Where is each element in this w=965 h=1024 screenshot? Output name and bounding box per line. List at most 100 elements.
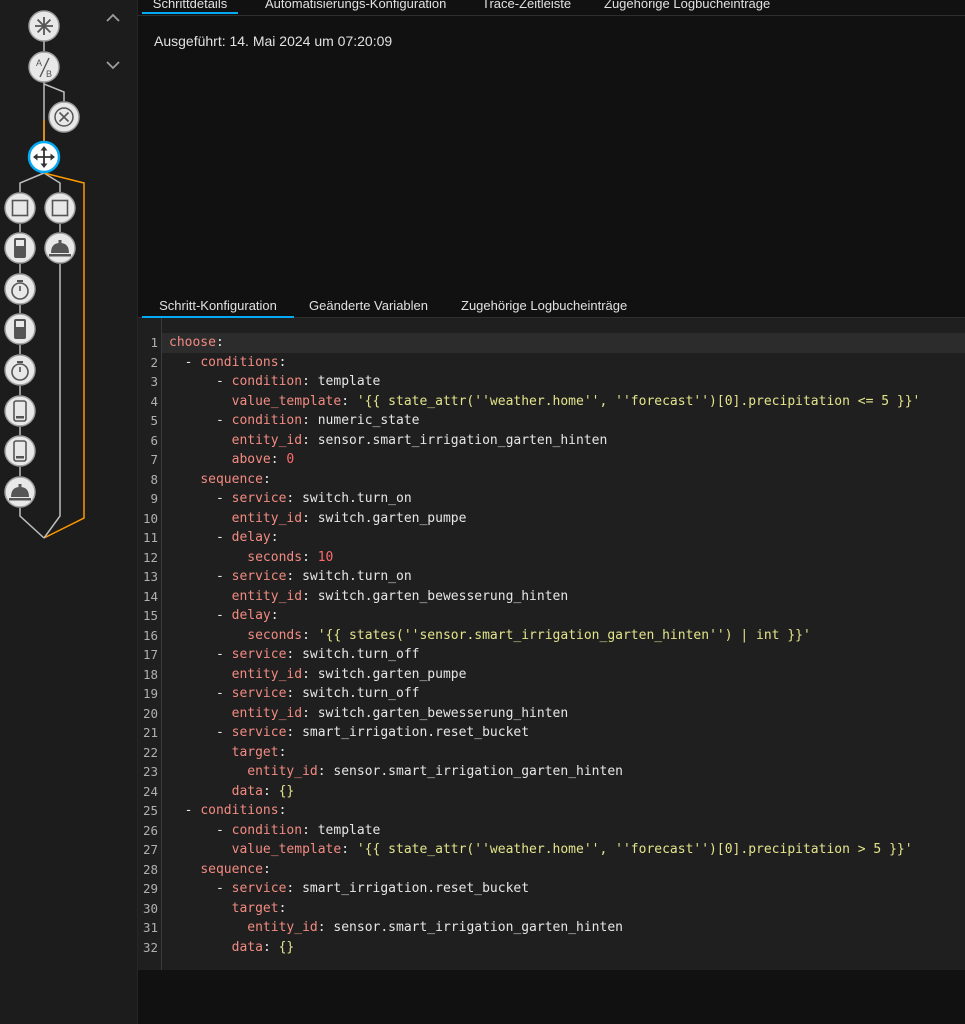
line-number: 24 xyxy=(142,783,158,799)
timer-icon[interactable] xyxy=(4,273,36,305)
code-token: : xyxy=(270,452,287,467)
tab-schritt-konfiguration[interactable]: Schritt-Konfiguration xyxy=(142,299,294,318)
switch-device-icon[interactable] xyxy=(4,232,36,264)
code-token: : switch.garten_pumpe xyxy=(302,510,467,526)
code-token: entity_id xyxy=(231,666,303,682)
tab-schrittdetails[interactable]: Schrittdetails xyxy=(142,0,238,14)
code-token: : xyxy=(302,627,318,643)
tab-automatisierungs-konfiguration[interactable]: Automatisierungs-Konfiguration xyxy=(265,0,446,12)
code-token: : sensor.smart_irrigation_garten_hinten xyxy=(317,920,623,935)
choose-arrows-icon[interactable] xyxy=(27,140,61,174)
switch-device-icon[interactable] xyxy=(4,313,36,345)
code-text: - condition: numeric_state xyxy=(169,411,420,431)
code-text: - delay: xyxy=(169,606,279,626)
code-text: value_template: '{{ state_attr(''weather… xyxy=(169,840,913,860)
tab-zugehoerige-logbucheintraege[interactable]: Zugehörige Logbucheinträge xyxy=(604,0,770,12)
code-text: data: {} xyxy=(169,938,295,958)
code-text: - condition: template xyxy=(169,372,380,392)
close-x-icon[interactable] xyxy=(48,101,80,133)
code-token: service xyxy=(231,647,287,662)
line-number: 32 xyxy=(142,939,158,955)
line-number: 11 xyxy=(142,530,158,545)
code-token: seconds xyxy=(247,627,303,643)
service-bell-icon[interactable] xyxy=(44,232,76,264)
line-number: 10 xyxy=(142,510,158,526)
tab-trace-zeitleiste[interactable]: Trace-Zeitleiste xyxy=(482,0,571,12)
code-text: - service: smart_irrigation.reset_bucket xyxy=(169,723,529,743)
trace-graph-panel: A B xyxy=(0,0,138,1024)
chevron-up-icon[interactable] xyxy=(103,8,123,28)
asterisk-trigger-icon[interactable] xyxy=(28,10,60,42)
line-number: 9 xyxy=(150,491,158,506)
code-token: : xyxy=(270,530,279,545)
code-token: conditions xyxy=(200,803,279,818)
line-number: 19 xyxy=(142,686,158,701)
line-number: 26 xyxy=(142,822,158,838)
code-token: entity_id xyxy=(247,764,318,779)
code-token: data xyxy=(231,783,263,799)
phone-device-icon[interactable] xyxy=(4,395,36,427)
code-text: above: 0 xyxy=(169,450,295,470)
line-number: 31 xyxy=(142,920,158,935)
line-number: 28 xyxy=(142,861,158,877)
code-token: : xyxy=(215,335,224,350)
line-number: 30 xyxy=(142,900,158,916)
line-number: 4 xyxy=(150,393,158,409)
timer-icon[interactable] xyxy=(4,354,36,386)
code-text: sequence: xyxy=(169,860,270,880)
square-action-icon[interactable] xyxy=(44,192,76,224)
code-token: condition xyxy=(231,822,303,838)
code-text: seconds: 10 xyxy=(169,548,333,568)
tab-zugehoerige-logbucheintraege-sub[interactable]: Zugehörige Logbucheinträge xyxy=(461,299,627,314)
code-token: entity_id xyxy=(231,705,303,721)
code-token: value_template xyxy=(231,842,342,857)
code-token: target xyxy=(231,900,279,916)
code-token: service xyxy=(231,569,287,584)
tab-geaenderte-variablen[interactable]: Geänderte Variablen xyxy=(309,299,428,314)
code-token: - xyxy=(169,530,232,545)
sub-tab-bar: Schritt-Konfiguration Geänderte Variable… xyxy=(138,296,965,318)
service-bell-icon[interactable] xyxy=(4,476,36,508)
code-text: - service: switch.turn_on xyxy=(169,567,412,587)
code-token: : template xyxy=(302,822,381,838)
yaml-code-editor[interactable]: 1 choose: 2 - conditions: 3 - condition: te… xyxy=(138,318,965,970)
code-token: : switch.turn_off xyxy=(286,686,420,701)
code-token: - xyxy=(169,354,201,370)
line-number: 15 xyxy=(142,608,158,623)
code-token: condition xyxy=(231,374,303,389)
phone-device-icon[interactable] xyxy=(4,435,36,467)
code-token: conditions xyxy=(200,354,279,370)
square-action-icon[interactable] xyxy=(4,192,36,224)
code-text: target: xyxy=(169,899,287,919)
code-token: {} xyxy=(278,783,295,799)
top-tab-bar: Schrittdetails Automatisierungs-Konfigur… xyxy=(138,0,965,16)
code-text: sequence: xyxy=(169,470,270,490)
chevron-down-icon[interactable] xyxy=(103,55,123,75)
code-token: - xyxy=(169,608,232,623)
line-number: 2 xyxy=(150,354,158,370)
code-token: seconds xyxy=(247,549,303,565)
svg-text:B: B xyxy=(46,69,52,79)
code-token: 0 xyxy=(286,452,295,467)
line-number: 3 xyxy=(150,374,158,389)
code-token: choose xyxy=(169,335,216,350)
code-token: : xyxy=(302,549,318,565)
code-token: - xyxy=(169,569,232,584)
code-token: : xyxy=(262,783,279,799)
line-number: 29 xyxy=(142,881,158,896)
code-text: entity_id: sensor.smart_irrigation_garte… xyxy=(169,762,623,782)
line-number: 14 xyxy=(142,588,158,604)
code-text: entity_id: sensor.smart_irrigation_garte… xyxy=(169,431,608,451)
a-b-condition-icon[interactable]: A B xyxy=(28,51,60,83)
code-token: : switch.turn_on xyxy=(286,569,412,584)
